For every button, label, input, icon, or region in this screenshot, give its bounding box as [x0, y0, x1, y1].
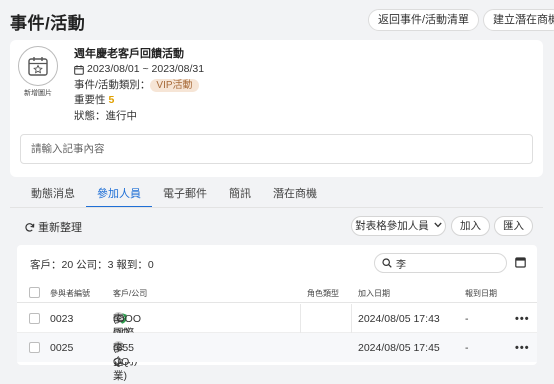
table-header: 參與者編號 客戶/公司 角色類型 加入日期 報到日期: [17, 283, 537, 303]
row-checkbox[interactable]: [29, 313, 40, 324]
tabs-divider: [10, 207, 543, 208]
participant-checkin-date: -: [465, 313, 469, 325]
column-divider: [351, 304, 352, 333]
row-checkbox[interactable]: [29, 342, 40, 353]
tab-bar: 動態消息 參加人員 電子郵件 簡訊 潛在商機: [20, 184, 328, 208]
event-category-badge: VIP活動: [150, 78, 199, 92]
column-checkin-date: 報到日期: [465, 289, 497, 298]
chevron-down-icon: [434, 222, 442, 228]
search-box[interactable]: [374, 253, 507, 273]
table-row[interactable]: 0023 李OO (OOO國際旅遊公司) 2024/08/05 17:43 - …: [17, 304, 537, 367]
create-opportunity-button[interactable]: 建立潛在商機: [483, 9, 554, 31]
column-settings-icon[interactable]: [515, 257, 526, 268]
search-input[interactable]: [396, 257, 496, 269]
participants-panel: 客戶：20 公司：3 報到：0 參與者編號 客戶/公司 角色類型 加入日期 報到…: [17, 245, 537, 382]
event-category-label: 事件/活動類別：: [74, 78, 151, 91]
back-to-list-button[interactable]: 返回事件/活動清單: [368, 9, 480, 31]
add-participant-button[interactable]: 加入: [451, 216, 490, 236]
top-bar: 事件/活動 返回事件/活動清單 建立潛在商機: [0, 0, 554, 40]
participant-id: 0023: [50, 313, 74, 325]
event-importance-row: 重要性 5: [74, 93, 204, 109]
event-category-row: 事件/活動類別： VIP活動: [74, 78, 204, 94]
event-card: 新增圖片 週年慶老客戶回饋活動 2023/08/01 ~ 2023/08/31 …: [10, 40, 543, 177]
refresh-label: 重新整理: [38, 222, 82, 234]
add-image-caption: 新增圖片: [24, 90, 52, 97]
select-all-checkbox[interactable]: [29, 287, 40, 298]
refresh-button[interactable]: 重新整理: [24, 219, 82, 235]
event-importance-label: 重要性: [74, 94, 106, 106]
table-row[interactable]: 0025 李QQ (655企業) 2024/08/05 17:45 - •••: [17, 333, 537, 382]
event-importance-value: 5: [108, 94, 115, 106]
participant-join-date: 2024/08/05 17:45: [358, 342, 440, 354]
participant-id: 0025: [50, 342, 74, 354]
calendar-star-icon: [28, 57, 48, 76]
participant-join-date: 2024/08/05 17:43: [358, 313, 440, 325]
column-customer-company: 客戶/公司: [113, 289, 148, 298]
import-button[interactable]: 匯入: [494, 216, 533, 236]
tab-sms[interactable]: 簡訊: [218, 184, 262, 208]
column-role-type: 角色類型: [307, 289, 339, 298]
participant-checkin-date: -: [465, 342, 469, 354]
row-more-button[interactable]: •••: [515, 341, 530, 355]
calendar-icon: [74, 65, 84, 75]
search-icon: [382, 258, 392, 268]
match-participants-dropdown[interactable]: 對表格參加人員: [351, 216, 446, 236]
event-info: 週年慶老客戶回饋活動 2023/08/01 ~ 2023/08/31 事件/活動…: [74, 46, 204, 124]
note-input[interactable]: [20, 134, 533, 164]
participants-summary: 客戶：20 公司：3 報到：0: [30, 259, 154, 271]
column-divider: [300, 304, 301, 333]
match-participants-label: 對表格參加人員: [355, 220, 429, 232]
event-name: 週年慶老客戶回饋活動: [74, 48, 184, 60]
add-image-avatar[interactable]: [18, 46, 58, 86]
tab-email[interactable]: 電子郵件: [152, 184, 218, 208]
participant-company: (655企業): [113, 342, 135, 382]
event-date-range: 2023/08/01 ~ 2023/08/31: [87, 63, 205, 75]
row-more-button[interactable]: •••: [515, 312, 530, 326]
column-join-date: 加入日期: [358, 289, 390, 298]
event-status: 狀態：進行中: [74, 109, 137, 122]
tab-news[interactable]: 動態消息: [20, 184, 86, 208]
event-date-row: 2023/08/01 ~ 2023/08/31: [74, 62, 204, 78]
tab-participants[interactable]: 參加人員: [86, 184, 152, 208]
tab-opportunities[interactable]: 潛在商機: [262, 184, 328, 208]
participant-name-cell: 李OO (OOO國際旅遊公司): [113, 312, 141, 367]
column-participant-id: 參與者編號: [50, 289, 90, 298]
refresh-icon: [25, 222, 35, 232]
page-title: 事件/活動: [10, 14, 86, 33]
